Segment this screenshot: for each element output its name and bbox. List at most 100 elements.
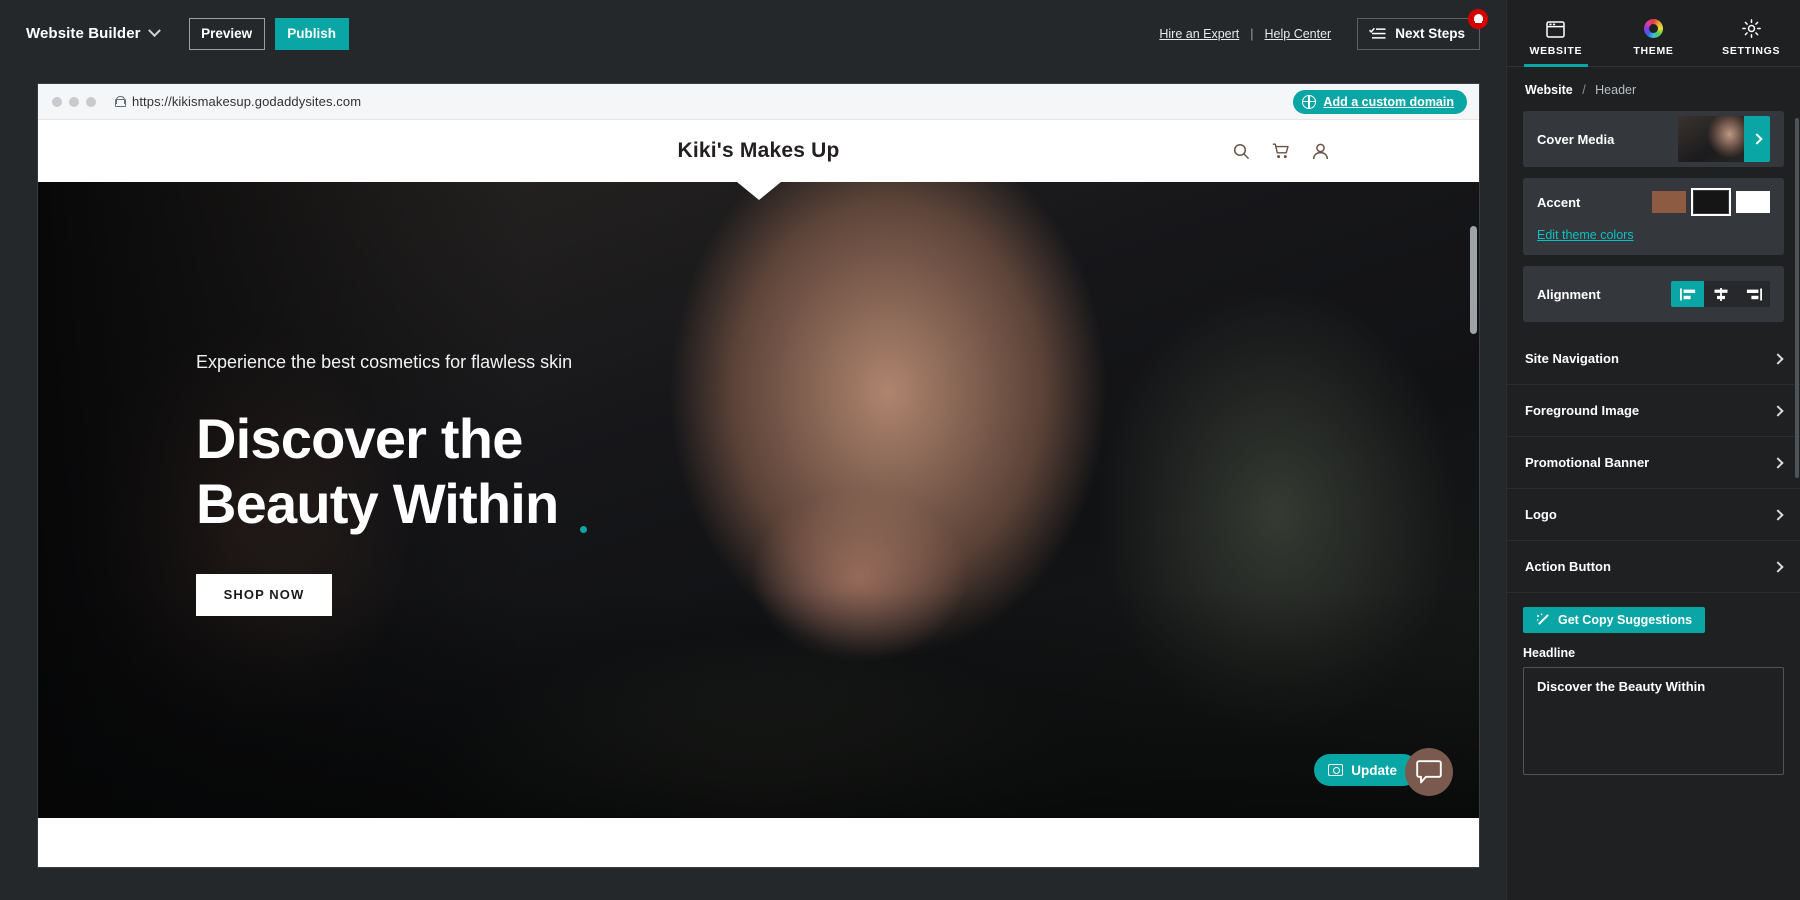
tab-settings[interactable]: SETTINGS bbox=[1702, 19, 1800, 66]
cover-media-label: Cover Media bbox=[1537, 131, 1615, 147]
account-icon[interactable] bbox=[1312, 143, 1329, 160]
chat-bubble-icon bbox=[1416, 760, 1442, 784]
tab-website[interactable]: WEBSITE bbox=[1507, 21, 1605, 66]
chevron-right-icon bbox=[1772, 508, 1784, 521]
alignment-label: Alignment bbox=[1537, 286, 1601, 302]
hire-an-expert-link[interactable]: Hire an Expert bbox=[1159, 27, 1239, 41]
checklist-icon bbox=[1369, 27, 1386, 39]
window-minimize-dot bbox=[69, 96, 79, 107]
site-header-icons bbox=[1233, 143, 1329, 160]
browser-window-icon bbox=[1546, 21, 1566, 38]
update-label: Update bbox=[1351, 762, 1397, 778]
headline-input[interactable]: Discover the Beauty Within bbox=[1523, 667, 1784, 775]
section-action-button[interactable]: Action Button bbox=[1507, 541, 1800, 593]
hero-bottom-shade bbox=[38, 589, 1479, 818]
chevron-down-icon bbox=[147, 24, 161, 38]
breadcrumb-current: Header bbox=[1595, 83, 1637, 97]
align-center-button[interactable] bbox=[1704, 281, 1737, 307]
breadcrumb: Website / Header bbox=[1507, 67, 1800, 111]
chevron-right-icon bbox=[1772, 456, 1784, 469]
cover-media-next-button[interactable] bbox=[1744, 116, 1770, 162]
search-icon[interactable] bbox=[1233, 143, 1250, 160]
accent-swatch-black[interactable] bbox=[1691, 188, 1731, 216]
chevron-right-icon bbox=[1772, 352, 1784, 365]
accent-swatch-brown[interactable] bbox=[1652, 191, 1686, 213]
hero-section[interactable]: Experience the best cosmetics for flawle… bbox=[38, 182, 1479, 818]
get-copy-suggestions-label: Get Copy Suggestions bbox=[1558, 613, 1693, 627]
top-toolbar: Website Builder Preview Publish Hire an … bbox=[0, 0, 1506, 67]
align-left-button[interactable] bbox=[1671, 281, 1704, 307]
accent-swatches bbox=[1652, 188, 1770, 216]
shop-now-label: SHOP NOW bbox=[223, 587, 305, 603]
panel-tab-bar: WEBSITE THEME SETTINGS bbox=[1507, 0, 1800, 66]
tab-theme[interactable]: THEME bbox=[1605, 19, 1703, 66]
get-copy-suggestions-button[interactable]: Get Copy Suggestions bbox=[1523, 607, 1706, 633]
browser-chrome-bar: https://kikismakesup.godaddysites.com Ad… bbox=[38, 84, 1479, 120]
alignment-options bbox=[1671, 281, 1770, 307]
globe-icon bbox=[1302, 94, 1317, 109]
help-center-link[interactable]: Help Center bbox=[1265, 27, 1332, 41]
accent-swatch-white[interactable] bbox=[1736, 191, 1770, 213]
header-notch bbox=[736, 182, 781, 200]
lock-icon bbox=[115, 96, 126, 107]
chevron-right-icon bbox=[1751, 133, 1763, 145]
cover-media-card[interactable]: Cover Media bbox=[1523, 111, 1784, 167]
address-bar[interactable]: https://kikismakesup.godaddysites.com bbox=[115, 94, 361, 109]
toolbar-right-group: Hire an Expert | Help Center Next Steps bbox=[1159, 8, 1488, 50]
bell-icon bbox=[1473, 13, 1483, 24]
headline-field-label: Headline bbox=[1523, 646, 1576, 660]
alignment-card: Alignment bbox=[1523, 266, 1784, 322]
tab-theme-label: THEME bbox=[1633, 45, 1674, 57]
align-right-button[interactable] bbox=[1737, 281, 1770, 307]
section-logo[interactable]: Logo bbox=[1507, 489, 1800, 541]
gear-icon bbox=[1741, 19, 1761, 38]
editor-side-panel: WEBSITE THEME SETTINGS Website / Header … bbox=[1506, 0, 1800, 900]
selection-handle-dot[interactable] bbox=[580, 525, 588, 533]
publish-button[interactable]: Publish bbox=[274, 17, 349, 50]
section-action-button-label: Action Button bbox=[1525, 559, 1611, 574]
hero-headline[interactable]: Discover the Beauty Within bbox=[196, 406, 626, 537]
preview-button[interactable]: Preview bbox=[188, 17, 265, 50]
shop-now-button[interactable]: SHOP NOW bbox=[196, 573, 332, 616]
chat-support-button[interactable] bbox=[1405, 748, 1453, 796]
add-custom-domain-label: Add a custom domain bbox=[1323, 95, 1454, 109]
chevron-right-icon bbox=[1772, 404, 1784, 417]
website-builder-app: Website Builder Preview Publish Hire an … bbox=[0, 0, 1800, 900]
add-custom-domain-button[interactable]: Add a custom domain bbox=[1293, 90, 1467, 114]
section-logo-label: Logo bbox=[1525, 507, 1557, 522]
accent-card: Accent Edit theme colors bbox=[1523, 178, 1784, 255]
window-close-dot bbox=[52, 96, 62, 107]
breadcrumb-root[interactable]: Website bbox=[1525, 83, 1573, 97]
tab-settings-label: SETTINGS bbox=[1722, 45, 1781, 57]
magic-wand-icon bbox=[1536, 613, 1549, 625]
notification-badge[interactable] bbox=[1468, 8, 1488, 29]
site-title: Kiki's Makes Up bbox=[677, 139, 840, 162]
window-maximize-dot bbox=[86, 96, 96, 107]
hero-subheading[interactable]: Experience the best cosmetics for flawle… bbox=[196, 350, 626, 376]
color-wheel-icon bbox=[1644, 19, 1663, 38]
hero-headline-text: Discover the Beauty Within bbox=[196, 406, 559, 536]
section-site-navigation[interactable]: Site Navigation bbox=[1507, 333, 1800, 385]
align-left-icon bbox=[1679, 288, 1695, 300]
edit-theme-colors-link[interactable]: Edit theme colors bbox=[1537, 228, 1634, 242]
panel-scrollbar-thumb[interactable] bbox=[1795, 118, 1799, 478]
section-promotional-banner[interactable]: Promotional Banner bbox=[1507, 437, 1800, 489]
canvas-scrollbar-thumb[interactable] bbox=[1470, 226, 1477, 334]
website-builder-menu[interactable]: Website Builder bbox=[26, 24, 161, 42]
site-header[interactable]: Kiki's Makes Up bbox=[38, 120, 1479, 200]
url-text: https://kikismakesup.godaddysites.com bbox=[132, 94, 362, 109]
section-foreground-image[interactable]: Foreground Image bbox=[1507, 385, 1800, 437]
cover-media-thumbnail[interactable] bbox=[1678, 116, 1770, 162]
tab-website-label: WEBSITE bbox=[1529, 45, 1583, 57]
next-steps-button[interactable]: Next Steps bbox=[1357, 8, 1488, 50]
hero-copy-block: Experience the best cosmetics for flawle… bbox=[196, 350, 626, 616]
align-center-icon bbox=[1714, 287, 1727, 301]
camera-icon bbox=[1328, 764, 1344, 776]
preview-label: Preview bbox=[201, 26, 253, 41]
next-steps-label: Next Steps bbox=[1395, 26, 1465, 41]
site-preview-frame: https://kikismakesup.godaddysites.com Ad… bbox=[37, 83, 1480, 868]
section-site-navigation-label: Site Navigation bbox=[1525, 351, 1619, 366]
update-image-button[interactable]: Update bbox=[1314, 754, 1419, 786]
chevron-right-icon bbox=[1772, 560, 1784, 573]
cart-icon[interactable] bbox=[1272, 143, 1290, 160]
